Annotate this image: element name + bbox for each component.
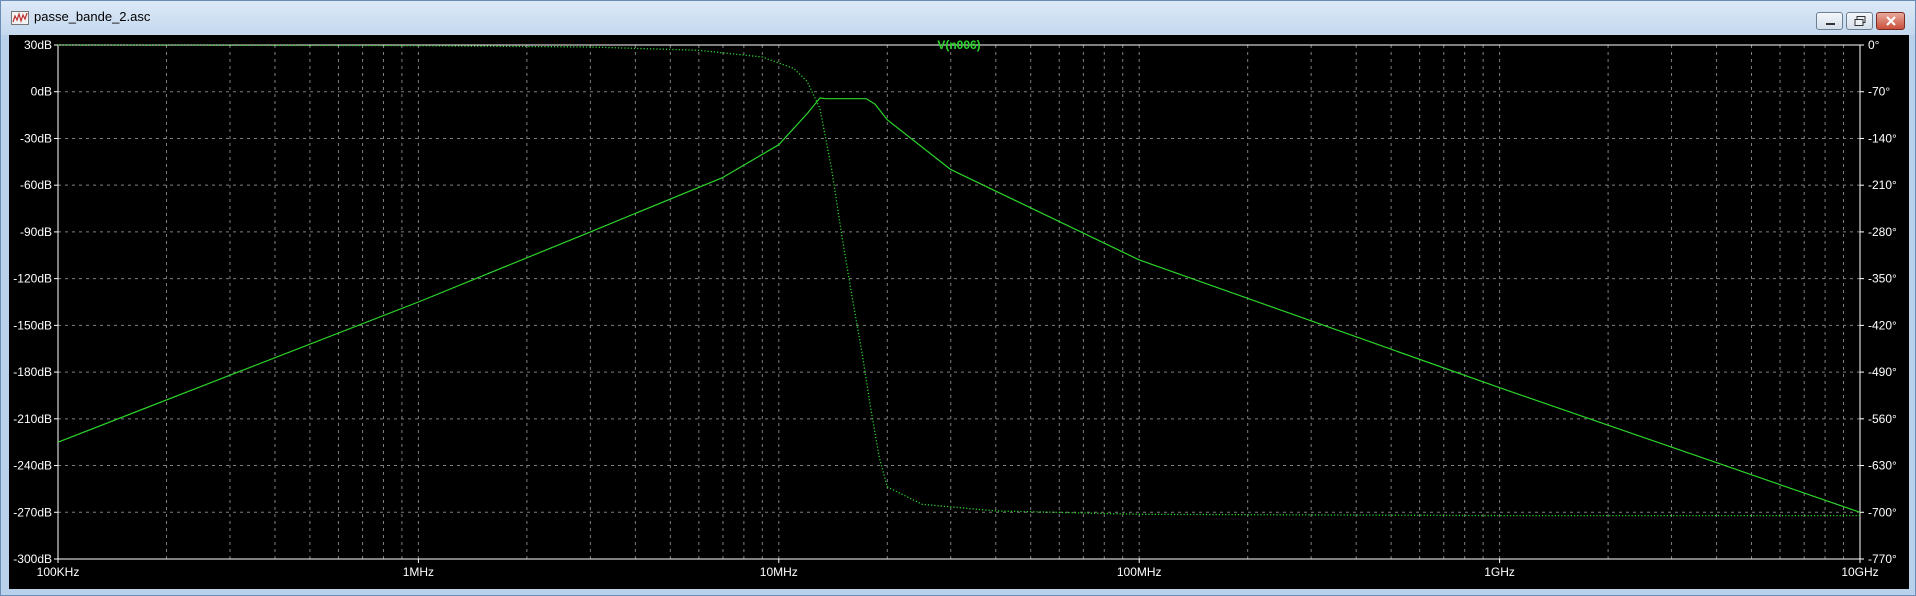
bode-plot[interactable]: 100KHz 1MHz 10MHz 100MHz 1GHz 10GHz 30dB 0dB -30…	[9, 35, 1909, 589]
y2-tick-label: -770°	[1868, 552, 1897, 566]
y2-tick-label: -140°	[1868, 131, 1897, 145]
traces[interactable]	[57, 44, 1861, 517]
y-tick-label: -240dB	[13, 459, 52, 473]
x-tick-label: 10MHz	[760, 565, 798, 579]
app-window: passe_bande_2.asc 100KHz 1MHz 10MHz 100M…	[0, 0, 1916, 596]
y2-tick-label: -210°	[1868, 178, 1897, 192]
y2-tick-label: -490°	[1868, 365, 1897, 379]
x-tick-label: 10GHz	[1841, 565, 1878, 579]
waveform-icon	[11, 10, 29, 26]
y2-tick-label: 0°	[1868, 38, 1880, 52]
x-tick-label: 100KHz	[37, 565, 80, 579]
y2-tick-label: -70°	[1868, 85, 1890, 99]
axes: 100KHz 1MHz 10MHz 100MHz 1GHz 10GHz 30dB 0dB -30…	[13, 38, 1897, 579]
y2-tick-label: -630°	[1868, 459, 1897, 473]
y-tick-label: 0dB	[31, 85, 52, 99]
plot-pane[interactable]: 100KHz 1MHz 10MHz 100MHz 1GHz 10GHz 30dB 0dB -30…	[9, 35, 1909, 589]
phase-trace[interactable]	[57, 44, 1860, 517]
y-tick-label: -300dB	[13, 552, 52, 566]
x-tick-label: 100MHz	[1117, 565, 1162, 579]
y-tick-label: -270dB	[13, 505, 52, 519]
y-tick-label: -150dB	[13, 318, 52, 332]
title-bar[interactable]: passe_bande_2.asc	[1, 1, 1915, 35]
y-tick-label: -30dB	[20, 131, 52, 145]
y-tick-label: -60dB	[20, 178, 52, 192]
x-tick-label: 1MHz	[403, 565, 434, 579]
y2-tick-label: -560°	[1868, 412, 1897, 426]
close-button[interactable]	[1876, 12, 1905, 30]
grid	[57, 44, 1861, 560]
trace-title[interactable]: V(n006)	[937, 38, 980, 52]
plot-border	[57, 44, 1861, 560]
maximize-button[interactable]	[1846, 12, 1873, 30]
y-tick-label: -120dB	[13, 272, 52, 286]
y-tick-label: -210dB	[13, 412, 52, 426]
y2-tick-label: -420°	[1868, 318, 1897, 332]
x-tick-label: 1GHz	[1484, 565, 1515, 579]
y2-tick-label: -280°	[1868, 225, 1897, 239]
minimize-button[interactable]	[1816, 12, 1843, 30]
y2-tick-label: -350°	[1868, 272, 1897, 286]
y-tick-label: -180dB	[13, 365, 52, 379]
window-title: passe_bande_2.asc	[34, 9, 151, 24]
magnitude-trace[interactable]	[57, 97, 1861, 513]
y2-tick-label: -700°	[1868, 505, 1897, 519]
y-tick-label: -90dB	[20, 225, 52, 239]
y-tick-label: 30dB	[24, 38, 52, 52]
